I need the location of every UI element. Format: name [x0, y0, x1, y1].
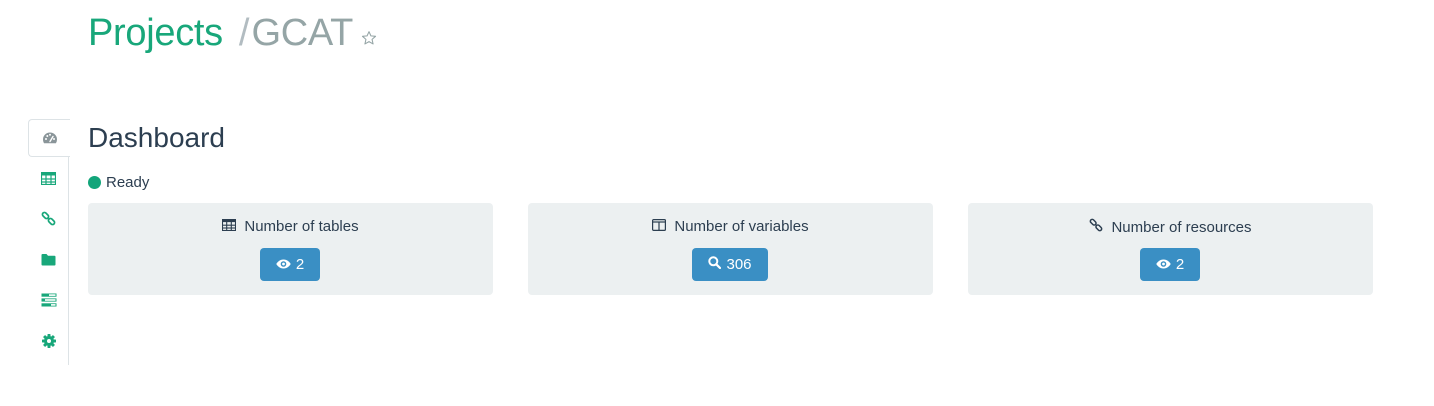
sidebar-item-resources[interactable] [28, 199, 69, 237]
card-label-variables: Number of variables [674, 218, 809, 235]
resources-count-card: Number of resources 2 [968, 203, 1373, 295]
link-icon [41, 211, 56, 226]
card-label-resources: Number of resources [1111, 218, 1252, 236]
star-outline-icon[interactable] [361, 30, 377, 46]
tables-count-card: Number of tables 2 [88, 203, 493, 295]
link-icon [1089, 218, 1111, 236]
table-icon [222, 218, 244, 235]
tasks-icon [41, 293, 57, 307]
view-tables-button[interactable]: 2 [260, 248, 320, 281]
folder-icon [41, 253, 56, 266]
search-variables-button[interactable]: 306 [692, 248, 768, 281]
tables-count: 2 [295, 256, 305, 273]
resources-count: 2 [1175, 256, 1185, 273]
breadcrumb-current-project: GCAT [251, 12, 353, 54]
page-title: Dashboard [88, 122, 225, 153]
status-text: Ready [106, 174, 150, 191]
view-resources-button[interactable]: 2 [1140, 248, 1200, 281]
card-label-tables: Number of tables [244, 218, 359, 235]
dashboard-icon [42, 131, 58, 145]
search-icon [708, 256, 726, 273]
variables-count-card: Number of variables 306 [528, 203, 933, 295]
table-icon [41, 171, 56, 185]
sidebar-item-settings[interactable] [28, 322, 69, 360]
columns-icon [652, 218, 674, 235]
status-indicator: Ready [88, 174, 149, 191]
eye-icon [276, 256, 296, 273]
status-dot [88, 176, 101, 189]
sidebar-item-tables[interactable] [28, 159, 69, 197]
sidebar-item-tasks[interactable] [28, 281, 69, 319]
breadcrumb-projects-link[interactable]: Projects [88, 12, 223, 55]
variables-count: 306 [726, 256, 752, 273]
sidebar [28, 119, 70, 365]
breadcrumb-separator: / [238, 12, 250, 54]
breadcrumb: Projects / GCAT [88, 12, 377, 62]
sidebar-item-dashboard[interactable] [28, 119, 70, 157]
gear-icon [41, 334, 56, 348]
eye-icon [1156, 256, 1176, 273]
sidebar-item-files[interactable] [28, 240, 69, 278]
